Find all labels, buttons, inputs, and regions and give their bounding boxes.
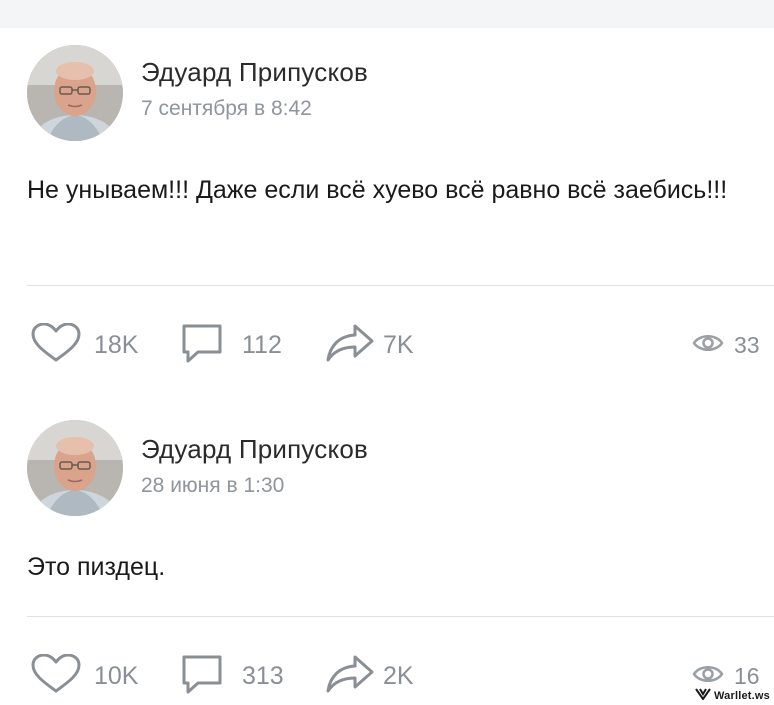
views-count: 16: [734, 662, 760, 689]
heart-icon: [30, 653, 82, 699]
comment-count: 313: [242, 661, 284, 690]
post-date[interactable]: 28 июня в 1:30: [141, 474, 284, 498]
like-button[interactable]: 10K: [30, 653, 139, 699]
post-text: Это пиздец.: [27, 553, 166, 581]
comment-icon: [180, 653, 224, 700]
watermark-logo-icon: [695, 688, 711, 703]
eye-icon: [692, 662, 724, 691]
share-button[interactable]: 2K: [325, 654, 414, 699]
comment-button[interactable]: 313: [180, 655, 284, 696]
post-actions: 10K 313 2K 16: [0, 653, 774, 699]
watermark: Warllet.ws: [695, 688, 770, 703]
like-count: 10K: [94, 661, 139, 690]
watermark-text: Warllet.ws: [714, 689, 770, 702]
divider: [27, 616, 774, 617]
share-icon: [325, 654, 375, 699]
share-count: 2K: [383, 661, 414, 690]
author-name[interactable]: Эдуард Припусков: [141, 434, 368, 465]
avatar[interactable]: [27, 420, 123, 516]
post-2: Эдуард Припусков 28 июня в 1:30 Это пизд…: [0, 0, 774, 705]
